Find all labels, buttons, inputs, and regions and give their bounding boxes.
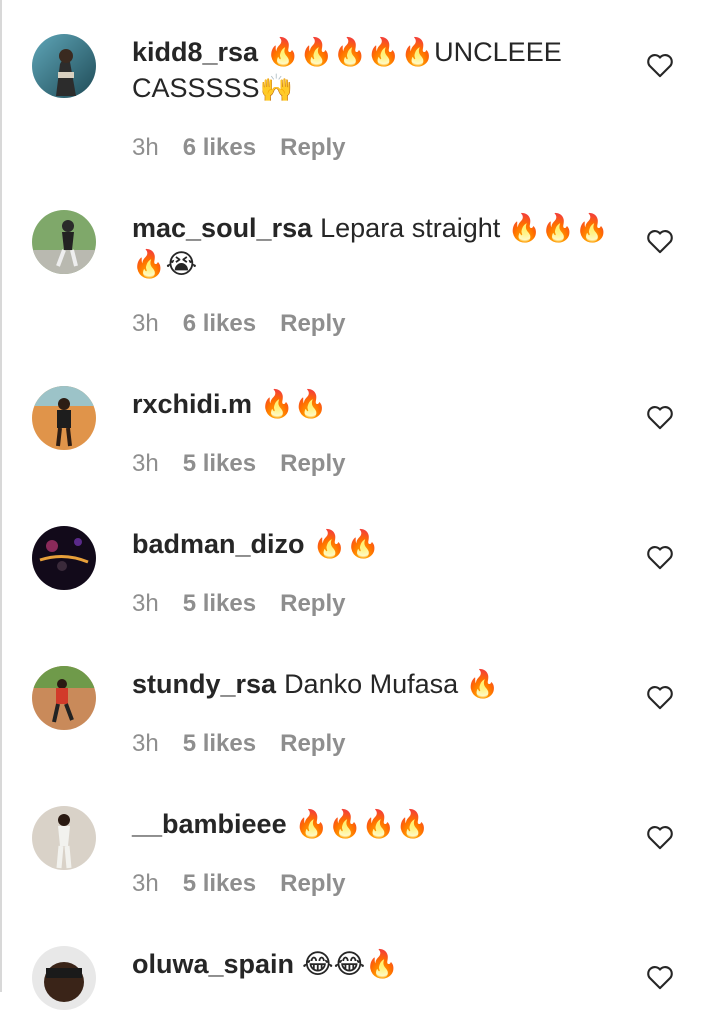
avatar[interactable] bbox=[32, 210, 96, 274]
comment-text: rxchidi.m 🔥🔥 bbox=[132, 386, 622, 422]
comment-body: __bambieee 🔥🔥🔥🔥 bbox=[132, 806, 622, 842]
comment-username[interactable]: badman_dizo bbox=[132, 529, 305, 559]
avatar[interactable] bbox=[32, 526, 96, 590]
comment-content: 🔥🔥🔥🔥 bbox=[294, 809, 430, 839]
comment-username[interactable]: kidd8_rsa bbox=[132, 37, 258, 67]
avatar[interactable] bbox=[32, 806, 96, 870]
avatar[interactable] bbox=[32, 34, 96, 98]
comment-time: 3h bbox=[132, 310, 159, 337]
comment-username[interactable]: mac_soul_rsa bbox=[132, 213, 312, 243]
comment-time: 3h bbox=[132, 870, 159, 897]
comment-content: 🔥🔥 bbox=[260, 389, 328, 419]
comment-body: kidd8_rsa 🔥🔥🔥🔥🔥UNCLEEE CASSSSS🙌 bbox=[132, 34, 622, 106]
heart-outline-icon[interactable] bbox=[646, 404, 674, 430]
comment-text: mac_soul_rsa Lepara straight 🔥🔥🔥🔥😭 bbox=[132, 210, 622, 282]
heart-outline-icon[interactable] bbox=[646, 52, 674, 78]
left-edge-divider bbox=[0, 0, 2, 992]
comment-body: stundy_rsa Danko Mufasa 🔥 bbox=[132, 666, 622, 702]
reply-button[interactable]: Reply bbox=[280, 449, 345, 479]
comment-username[interactable]: stundy_rsa bbox=[132, 669, 276, 699]
comment-meta: 3h 5 likes Reply bbox=[132, 449, 345, 479]
comment-text: oluwa_spain 😂😂🔥 bbox=[132, 946, 622, 982]
comment-likes-link[interactable]: 6 likes bbox=[183, 133, 256, 163]
comment-content: Danko Mufasa 🔥 bbox=[284, 669, 500, 699]
avatar[interactable] bbox=[32, 666, 96, 730]
heart-outline-icon[interactable] bbox=[646, 228, 674, 254]
comment-meta: 3h 5 likes Reply bbox=[132, 589, 345, 619]
comment-time: 3h bbox=[132, 134, 159, 161]
avatar[interactable] bbox=[32, 386, 96, 450]
reply-button[interactable]: Reply bbox=[280, 133, 345, 163]
comment-body: oluwa_spain 😂😂🔥 bbox=[132, 946, 622, 982]
heart-outline-icon[interactable] bbox=[646, 964, 674, 990]
comment-time: 3h bbox=[132, 730, 159, 757]
comment-time: 3h bbox=[132, 590, 159, 617]
comment-body: mac_soul_rsa Lepara straight 🔥🔥🔥🔥😭 bbox=[132, 210, 622, 282]
comment-meta: 3h 6 likes Reply bbox=[132, 133, 345, 163]
comment-likes-link[interactable]: 5 likes bbox=[183, 589, 256, 619]
comment-username[interactable]: oluwa_spain bbox=[132, 949, 294, 979]
comment-username[interactable]: __bambieee bbox=[132, 809, 287, 839]
heart-outline-icon[interactable] bbox=[646, 824, 674, 850]
comment-meta: 3h 6 likes Reply bbox=[132, 309, 345, 339]
comment-content: 😂😂🔥 bbox=[302, 949, 399, 979]
comment-text: badman_dizo 🔥🔥 bbox=[132, 526, 622, 562]
comment-likes-link[interactable]: 5 likes bbox=[183, 729, 256, 759]
reply-button[interactable]: Reply bbox=[280, 589, 345, 619]
comment-body: badman_dizo 🔥🔥 bbox=[132, 526, 622, 562]
comment-content: 🔥🔥 bbox=[312, 529, 380, 559]
comment-username[interactable]: rxchidi.m bbox=[132, 389, 252, 419]
comment-meta: 3h 5 likes Reply bbox=[132, 729, 345, 759]
heart-outline-icon[interactable] bbox=[646, 544, 674, 570]
comment-meta: 3h 5 likes Reply bbox=[132, 869, 345, 899]
comment-text: __bambieee 🔥🔥🔥🔥 bbox=[132, 806, 622, 842]
comment-text: kidd8_rsa 🔥🔥🔥🔥🔥UNCLEEE CASSSSS🙌 bbox=[132, 34, 622, 106]
heart-outline-icon[interactable] bbox=[646, 684, 674, 710]
reply-button[interactable]: Reply bbox=[280, 309, 345, 339]
reply-button[interactable]: Reply bbox=[280, 729, 345, 759]
comment-likes-link[interactable]: 6 likes bbox=[183, 309, 256, 339]
comment-likes-link[interactable]: 5 likes bbox=[183, 869, 256, 899]
avatar[interactable] bbox=[32, 946, 96, 1010]
comment-likes-link[interactable]: 5 likes bbox=[183, 449, 256, 479]
reply-button[interactable]: Reply bbox=[280, 869, 345, 899]
comment-body: rxchidi.m 🔥🔥 bbox=[132, 386, 622, 422]
comment-time: 3h bbox=[132, 450, 159, 477]
comment-text: stundy_rsa Danko Mufasa 🔥 bbox=[132, 666, 622, 702]
